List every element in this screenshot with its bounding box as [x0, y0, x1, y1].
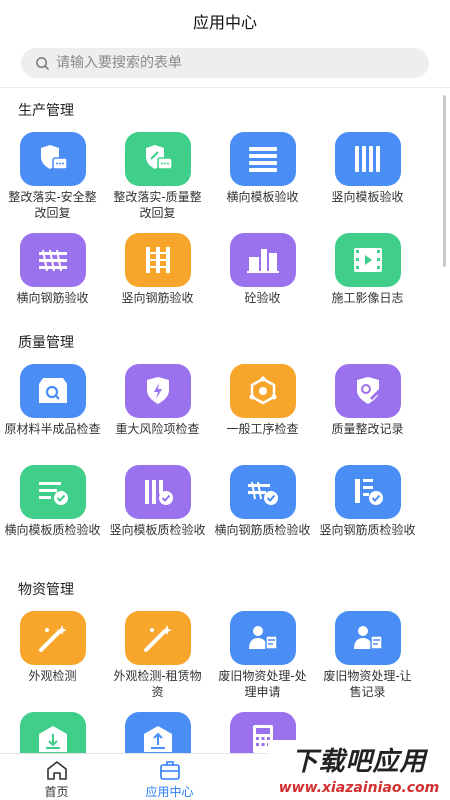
warehouse-in-icon	[19, 712, 86, 753]
shield-pen-icon	[334, 364, 401, 418]
tab-app-center[interactable]: 应用中心	[113, 754, 226, 800]
app-label: 施工影像日志	[331, 291, 404, 305]
tab-home[interactable]: 首页	[0, 754, 113, 800]
app-vertical-formwork[interactable]: 竖向模板验收	[315, 132, 420, 205]
app-label: 竖向钢筋验收	[121, 291, 194, 305]
header: 应用中心	[0, 0, 450, 42]
app-warehouse-in[interactable]	[0, 712, 105, 753]
app-vertical-rebar[interactable]: 竖向钢筋验收	[105, 233, 210, 306]
document-check-icon	[334, 465, 401, 519]
app-label: 砼验收	[244, 291, 281, 305]
watermark-main: 下载吧应用	[291, 746, 427, 777]
app-label: 外观检测-租赁物资	[113, 669, 202, 699]
shield-chat-icon	[19, 132, 86, 186]
app-horizontal-formwork[interactable]: 横向模板验收	[210, 132, 315, 205]
concrete-plant-icon	[229, 233, 296, 287]
app-label: 竖向钢筋质检验收	[319, 523, 416, 537]
bars-check-icon	[124, 465, 191, 519]
app-scrap-disposal-apply[interactable]: 废旧物资处理-处理申请	[210, 611, 315, 700]
search-input[interactable]	[56, 55, 396, 71]
rebar-vertical-icon	[124, 233, 191, 287]
app-label: 重大风险项检查	[115, 422, 200, 436]
app-vertical-formwork-qc[interactable]: 竖向模板质检验收	[105, 465, 210, 538]
rebar-check-icon	[229, 465, 296, 519]
rebar-horizontal-icon	[19, 233, 86, 287]
app-horizontal-rebar[interactable]: 横向钢筋验收	[0, 233, 105, 306]
scrollbar[interactable]	[443, 95, 446, 267]
section-title-materials: 物资管理	[18, 582, 74, 598]
person-document-icon	[229, 611, 296, 665]
tab-home-label: 首页	[44, 785, 69, 799]
app-label: 质量整改记录	[331, 422, 404, 436]
search-bar[interactable]	[21, 48, 429, 78]
home-icon	[46, 761, 67, 780]
app-label: 整改落实-安全整改回复	[8, 190, 97, 220]
vertical-bars-icon	[334, 132, 401, 186]
app-label: 横向钢筋质检验收	[214, 523, 311, 537]
app-safety-rectify[interactable]: 整改落实-安全整改回复	[0, 132, 105, 221]
app-general-process-check[interactable]: 一般工序检查	[210, 364, 315, 437]
search-icon	[36, 56, 49, 70]
app-label: 横向模板验收	[226, 190, 299, 204]
magic-wand-icon	[124, 611, 191, 665]
app-label: 竖向模板质检验收	[109, 523, 206, 537]
app-concrete[interactable]: 砼验收	[210, 233, 315, 306]
app-label: 一般工序检查	[226, 422, 299, 436]
app-label: 横向模板质检验收	[4, 523, 101, 537]
app-quality-rectify[interactable]: 整改落实-质量整改回复	[105, 132, 210, 221]
app-appearance-inspection-rental[interactable]: 外观检测-租赁物资	[105, 611, 210, 700]
list-check-icon	[19, 465, 86, 519]
app-label: 外观检测	[28, 669, 77, 683]
shield-bolt-icon	[124, 364, 191, 418]
film-icon	[334, 233, 401, 287]
warehouse-out-icon	[124, 712, 191, 753]
app-label: 整改落实-质量整改回复	[113, 190, 202, 220]
app-quality-rectify-record[interactable]: 质量整改记录	[315, 364, 420, 437]
section-title-quality: 质量管理	[18, 335, 74, 351]
section-title-production: 生产管理	[18, 103, 74, 119]
app-warehouse-out[interactable]	[105, 712, 210, 753]
app-label: 原材料半成品检查	[4, 422, 101, 436]
horizontal-bars-icon	[229, 132, 296, 186]
app-major-risk-check[interactable]: 重大风险项检查	[105, 364, 210, 437]
tab-app-center-label: 应用中心	[145, 785, 194, 799]
watermark-url: www.xiazainiao.com	[278, 780, 440, 796]
app-list[interactable]: 生产管理 整改落实-安全整改回复 整改落实-质量整改回复 横向模板验收 竖向模板…	[0, 88, 450, 753]
app-construction-video-log[interactable]: 施工影像日志	[315, 233, 420, 306]
app-appearance-inspection[interactable]: 外观检测	[0, 611, 105, 684]
box-search-icon	[19, 364, 86, 418]
app-horizontal-rebar-qc[interactable]: 横向钢筋质检验收	[210, 465, 315, 538]
app-scrap-disposal-sale-record[interactable]: 废旧物资处理-让售记录	[315, 611, 420, 700]
watermark-logo: 下载吧应用 www.xiazainiao.com	[268, 740, 450, 800]
app-label: 废旧物资处理-处理申请	[218, 669, 307, 699]
app-vertical-rebar-qc[interactable]: 竖向钢筋质检验收	[315, 465, 420, 538]
app-label: 竖向模板验收	[331, 190, 404, 204]
page-title: 应用中心	[192, 13, 257, 32]
shield-wrench-icon	[124, 132, 191, 186]
app-horizontal-formwork-qc[interactable]: 横向模板质检验收	[0, 465, 105, 538]
app-label: 废旧物资处理-让售记录	[323, 669, 412, 699]
hexagon-nodes-icon	[229, 364, 296, 418]
magic-wand-icon	[19, 611, 86, 665]
briefcase-icon	[159, 761, 180, 780]
app-material-check[interactable]: 原材料半成品检查	[0, 364, 105, 437]
app-label: 横向钢筋验收	[16, 291, 89, 305]
person-document-icon	[334, 611, 401, 665]
